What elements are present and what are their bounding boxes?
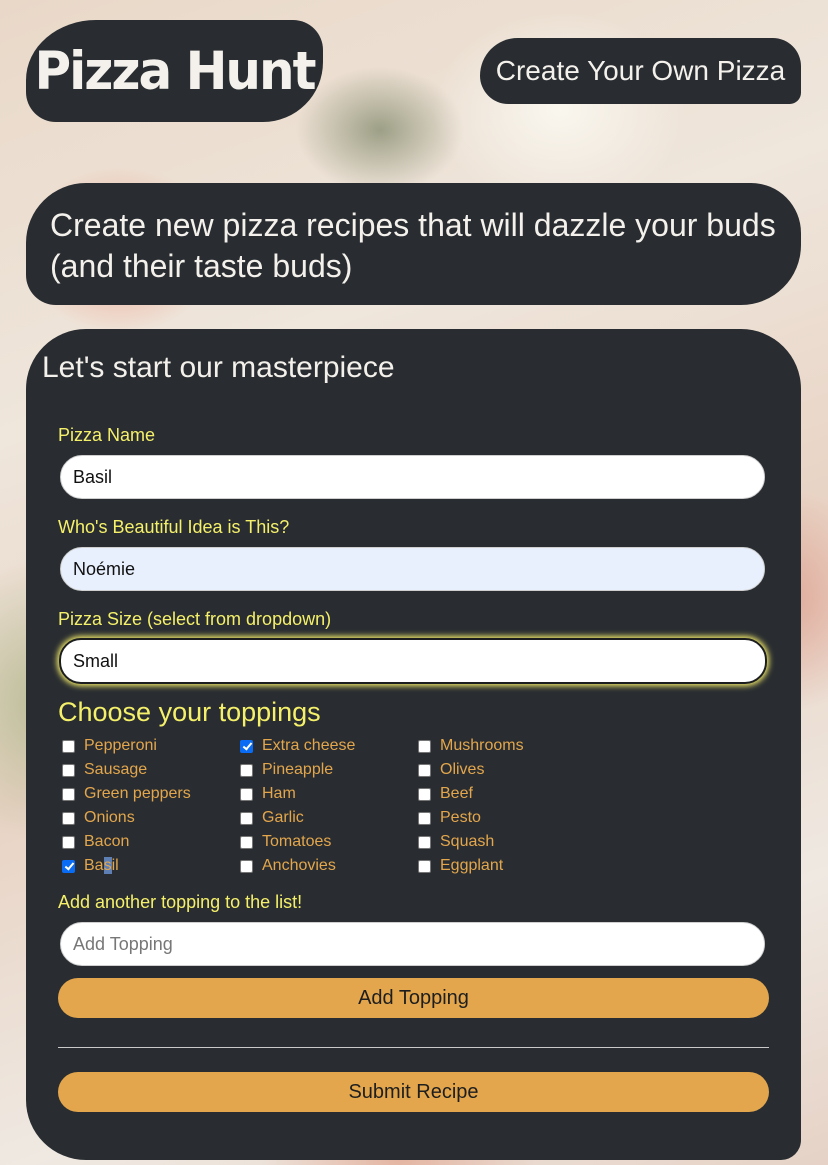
topping-label: Sausage <box>84 761 148 778</box>
topping-item[interactable]: Eggplant <box>418 854 524 878</box>
topping-checkbox[interactable] <box>62 835 75 849</box>
logo[interactable]: Pizza Hunt <box>26 20 323 122</box>
topping-checkbox[interactable] <box>240 835 253 849</box>
toppings-heading: Choose your toppings <box>58 697 321 727</box>
topping-item[interactable]: Anchovies <box>240 854 355 878</box>
topping-label: Olives <box>440 761 485 778</box>
created-by-label: Who's Beautiful Idea is This? <box>58 517 290 537</box>
topping-label: Ham <box>262 785 296 802</box>
topping-label: Pepperoni <box>84 737 157 754</box>
topping-checkbox[interactable] <box>240 763 253 777</box>
add-topping-input[interactable] <box>60 922 765 966</box>
topping-checkbox[interactable] <box>418 787 431 801</box>
topping-item[interactable]: Ham <box>240 782 355 806</box>
topping-label: Pineapple <box>262 761 334 778</box>
pizza-name-input[interactable]: Basil <box>60 455 765 499</box>
topping-item[interactable]: Onions <box>62 806 191 830</box>
topping-item[interactable]: Pesto <box>418 806 524 830</box>
form-divider <box>58 1047 769 1048</box>
pizza-name-label: Pizza Name <box>58 425 156 445</box>
pizza-size-select[interactable]: Small <box>59 638 767 684</box>
toppings-column-1: Pepperoni Sausage Green peppers Onions Bacon… <box>62 734 191 878</box>
add-topping-label: Add another topping to the list! <box>58 892 303 912</box>
topping-label: Garlic <box>262 809 304 826</box>
toppings-column-3: Mushrooms Olives Beef Pesto Squash Eggplant <box>418 734 524 878</box>
topping-checkbox[interactable] <box>62 739 75 753</box>
topping-item[interactable]: Pepperoni <box>62 734 191 758</box>
hero-tagline: Create new pizza recipes that will dazzl… <box>50 207 776 284</box>
topping-checkbox[interactable] <box>62 787 75 801</box>
topping-checkbox[interactable] <box>240 811 253 825</box>
hero-banner: Create new pizza recipes that will dazzl… <box>26 183 801 305</box>
topping-label: Bacon <box>84 833 130 850</box>
topping-label: Tomatoes <box>262 833 332 850</box>
topping-checkbox[interactable] <box>240 739 253 753</box>
topping-label: Extra cheese <box>262 737 356 754</box>
form-title: Let's start our masterpiece <box>42 351 395 384</box>
topping-label: Squash <box>440 833 495 850</box>
topping-item[interactable]: Sausage <box>62 758 191 782</box>
topping-checkbox[interactable] <box>418 835 431 849</box>
topping-label: Eggplant <box>440 857 504 874</box>
topping-item[interactable]: Beef <box>418 782 524 806</box>
topping-item[interactable]: Garlic <box>240 806 355 830</box>
topping-item[interactable]: Squash <box>418 830 524 854</box>
logo-text: Pizza Hunt <box>34 40 316 102</box>
topping-label: Beef <box>440 785 473 802</box>
topping-checkbox[interactable] <box>418 859 431 873</box>
topping-item[interactable]: Mushrooms <box>418 734 524 758</box>
topping-item[interactable]: Olives <box>418 758 524 782</box>
submit-recipe-button[interactable]: Submit Recipe <box>58 1072 769 1112</box>
topping-checkbox[interactable] <box>418 739 431 753</box>
topping-item[interactable]: Extra cheese <box>240 734 355 758</box>
pizza-form: Let's start our masterpiece Pizza Name B… <box>26 329 801 1160</box>
topping-label: Onions <box>84 809 135 826</box>
topping-item[interactable]: Tomatoes <box>240 830 355 854</box>
topping-checkbox[interactable] <box>62 811 75 825</box>
add-topping-button[interactable]: Add Topping <box>58 978 769 1018</box>
topping-item[interactable]: Green peppers <box>62 782 191 806</box>
toppings-column-2: Extra cheese Pineapple Ham Garlic Tomatoes An… <box>240 734 355 878</box>
topping-checkbox[interactable] <box>418 763 431 777</box>
topping-checkbox[interactable] <box>418 811 431 825</box>
topping-label: Basil <box>84 857 119 874</box>
topping-label: Green peppers <box>84 785 191 802</box>
topping-item[interactable]: Bacon <box>62 830 191 854</box>
topping-label: Mushrooms <box>440 737 524 754</box>
topping-item[interactable]: Basil <box>62 854 191 878</box>
created-by-input[interactable]: Noémie <box>60 547 765 591</box>
topping-checkbox[interactable] <box>62 763 75 777</box>
topping-checkbox[interactable] <box>240 859 253 873</box>
topping-checkbox[interactable] <box>240 787 253 801</box>
topping-label: Pesto <box>440 809 481 826</box>
topping-checkbox[interactable] <box>62 859 75 873</box>
create-your-own-pizza-link[interactable]: Create Your Own Pizza <box>480 38 801 104</box>
topping-item[interactable]: Pineapple <box>240 758 355 782</box>
topping-label: Anchovies <box>262 857 336 874</box>
pizza-size-label: Pizza Size (select from dropdown) <box>58 609 332 629</box>
